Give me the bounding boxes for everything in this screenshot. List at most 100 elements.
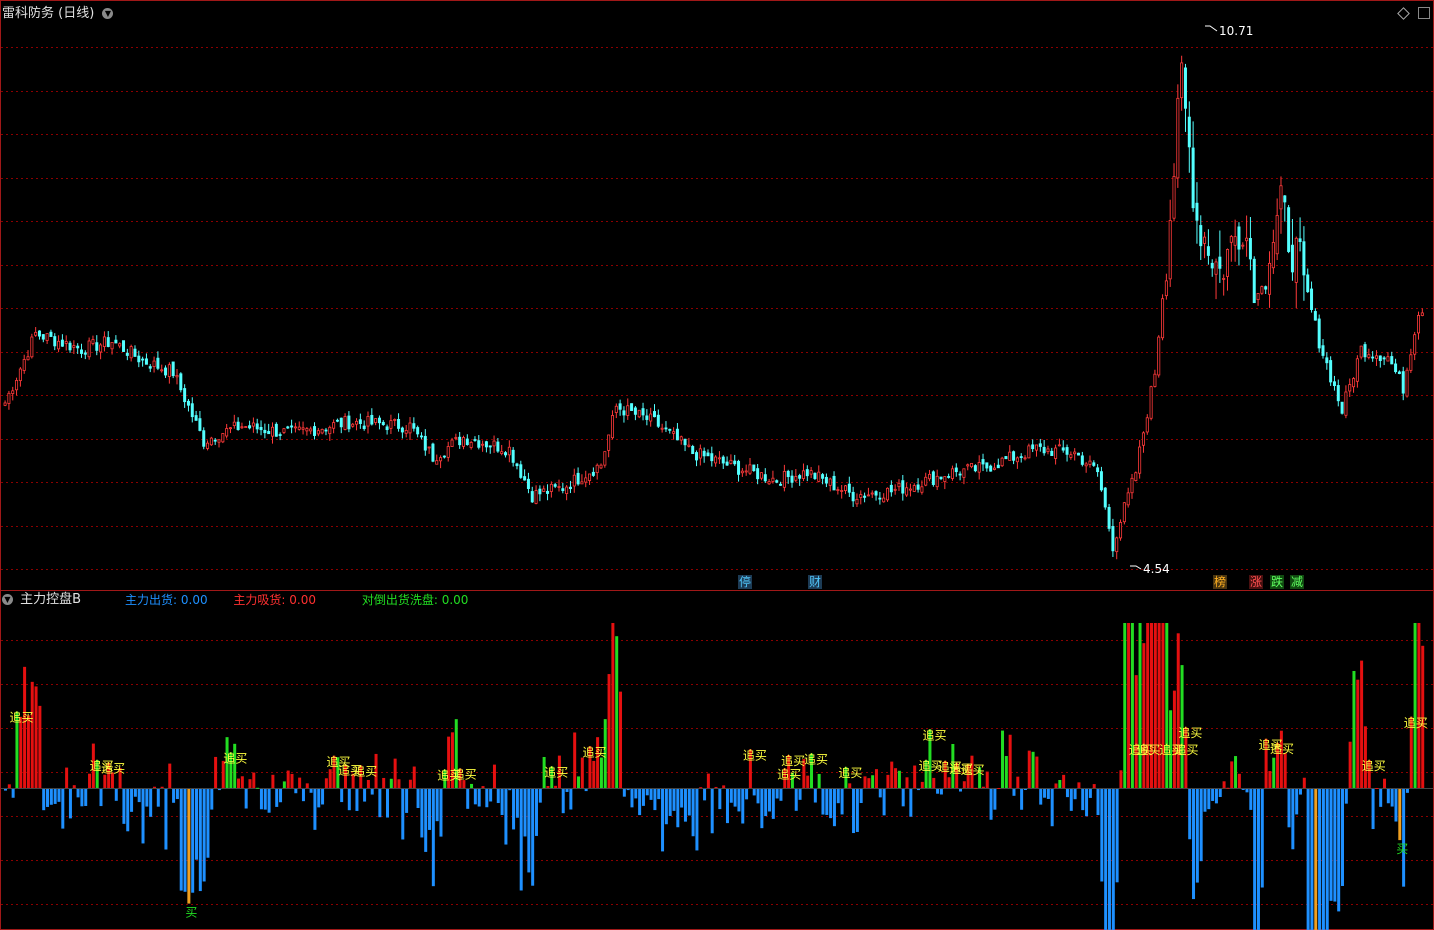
event-marker[interactable]: 减 [1290,575,1305,589]
candle-body [977,462,981,473]
candle-body [64,341,68,344]
candle-body [393,419,397,421]
inflow-bar [1123,623,1127,788]
outflow-bar [122,789,126,824]
signal-chase-buy: 追买 [353,763,377,778]
outflow-bar [936,789,940,794]
candle-body [1264,286,1268,290]
candle-body [152,360,156,368]
inflow-bar [38,705,42,788]
maximize-icon[interactable] [1418,7,1430,19]
candle-body [1317,318,1321,349]
candle-body [1035,444,1039,451]
inflow-bar [997,787,1001,789]
candle-body [698,448,702,459]
outflow-bar [1050,789,1054,827]
chevron-down-icon[interactable]: ▼ [2,594,13,605]
outflow-bar [779,789,783,801]
outflow-bar [46,789,50,807]
outflow-bar [504,789,508,845]
indicator-bars [1,623,1433,930]
outflow-bar [508,789,512,791]
inflow-bar [256,787,260,789]
outflow-bar [1245,789,1249,793]
outflow-bar [263,789,267,810]
outflow-bar [61,789,65,829]
candle-body [1336,385,1340,402]
candle-body [1306,274,1310,293]
signal-chase-buy: 追买 [777,766,801,781]
outflow-bar [1207,789,1211,810]
legend-outflow: 主力出货: 0.00 [125,593,208,607]
inflow-bar [282,781,286,788]
inflow-bar [897,770,901,788]
outflow-bar [370,789,374,795]
candle-body [1390,356,1394,365]
candle-body [95,342,99,351]
inflow-bar [248,779,252,788]
candle-body [1252,258,1256,304]
candle-body [599,464,603,469]
outflow-bar [1394,789,1398,822]
event-marker[interactable]: 财 [808,575,823,589]
candle-body [450,439,454,447]
candle-body [905,487,909,496]
event-marker[interactable]: 停 [738,575,753,589]
candle-body [1191,147,1195,209]
event-marker[interactable]: 跌 [1270,575,1285,589]
outflow-bar [317,789,321,808]
candle-body [431,443,435,462]
event-marker[interactable]: 涨 [1249,575,1264,589]
candle-body [57,340,61,350]
candle-body [695,452,699,461]
outflow-bar [718,789,722,810]
outflow-bar [1188,789,1192,840]
candle-body [1363,344,1367,358]
indicator-name[interactable]: 主力控盘B [20,592,81,607]
outflow-bar [1100,789,1104,882]
candle-body [1119,522,1123,539]
candle-body [481,443,485,446]
outflow-bar [1023,789,1027,790]
outflow-bar [672,789,676,811]
inflow-bar [894,768,898,788]
inflow-bar [1161,623,1165,788]
inflow-bar [240,776,244,788]
inflow-bar [1413,623,1417,788]
chart-canvas[interactable]: 追买追买追买买追买 追买追买追买 追买追买 追买追买 追买追买追买追买追买追买追买追买追… [0,0,1434,930]
outflow-bar [626,789,630,791]
candle-body [744,470,748,473]
candle-body [1134,472,1138,481]
candle-body [637,409,641,418]
outflow-bar [309,789,313,793]
inflow-bar [886,774,890,788]
candle-body [488,445,492,448]
candle-body [1222,278,1226,280]
outflow-bar [1085,789,1089,817]
inflow-bar [1130,623,1134,788]
low-price-label: 4.54 [1143,562,1170,576]
candle-body [164,367,168,376]
chevron-down-icon[interactable]: ▼ [102,8,114,19]
inflow-bar [722,785,726,788]
candle-body [1378,355,1382,362]
candle-body [244,426,248,428]
candle-body [1248,238,1252,260]
event-marker[interactable]: 榜 [1213,575,1228,589]
signal-chase-buy: 追买 [453,767,477,782]
outflow-bar [1115,789,1119,883]
outflow-bar [76,789,80,798]
outflow-bar [725,789,729,824]
inflow-bar [599,757,603,788]
outflow-bar [187,789,191,904]
candle-body [1409,354,1413,371]
outflow-bar [405,789,409,813]
candle-body [1172,176,1176,219]
outflow-bar [703,789,707,801]
candle-body [1195,202,1199,221]
stock-name: 雷科防务 [2,6,55,21]
candle-body [641,408,645,416]
candle-body [236,421,240,430]
candle-body [870,492,874,495]
candle-body [118,343,122,347]
